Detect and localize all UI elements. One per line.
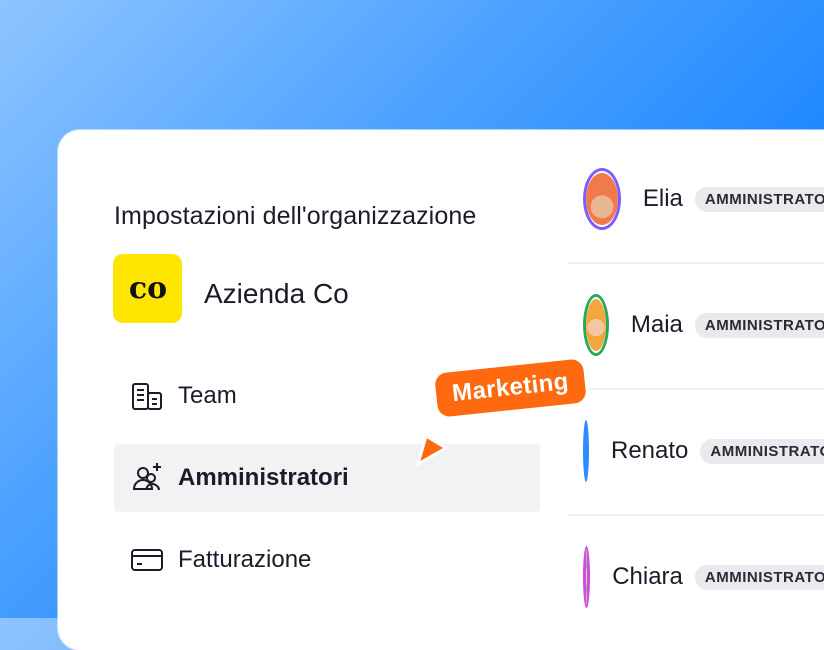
role-badge: AMMINISTRATORE [694,312,824,338]
member-name: Maia [630,311,683,338]
nav-label-billing: Fatturazione [178,546,312,573]
avatar [583,420,589,482]
list-item[interactable]: Maia AMMINISTRATORE [568,262,824,390]
page-title: Impostazioni dell'organizzazione [114,202,477,230]
org-name: Azienda Co [204,278,349,309]
list-item[interactable]: Elia AMMINISTRATORE [568,136,824,264]
svg-text:co: co [128,274,166,304]
org-logo: co [113,254,182,323]
admin-member-list: Elia AMMINISTRATORE Maia AMMINISTRATORE … [568,130,824,650]
cursor-pointer-icon [416,434,448,466]
avatar [583,168,621,230]
role-badge: AMMINISTRATORE [694,186,824,212]
nav-item-billing[interactable]: Fatturazione [114,526,540,594]
nav-label-team: Team [178,382,237,409]
logo-mark-icon: co [128,274,166,304]
avatar [583,294,609,356]
add-user-icon [130,461,164,495]
building-icon [130,379,164,413]
avatar [583,546,591,608]
role-badge: AMMINISTRATORE [700,438,824,464]
list-item[interactable]: Renato AMMINISTRATORE [568,388,824,516]
list-item[interactable]: Chiara AMMINISTRATORE [568,514,824,640]
member-name: Renato [611,437,689,464]
nav-item-admins[interactable]: Amministratori [114,444,540,512]
nav-label-admins: Amministratori [178,464,349,491]
member-name: Chiara [612,563,683,590]
member-name: Elia [642,185,683,212]
role-badge: AMMINISTRATORE [694,564,824,590]
credit-card-icon [130,543,164,577]
